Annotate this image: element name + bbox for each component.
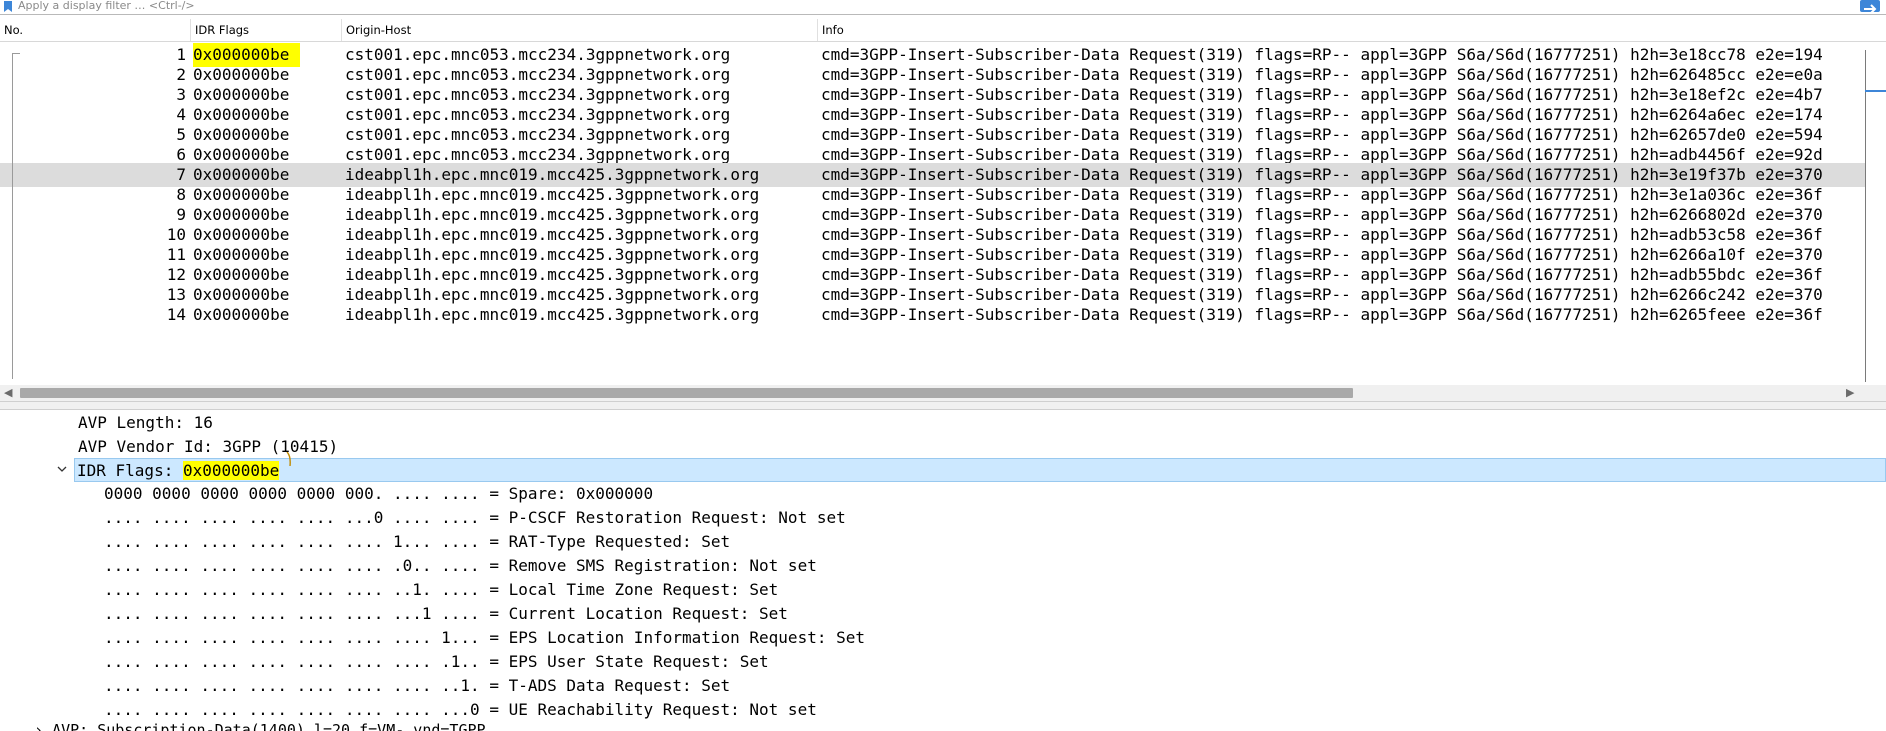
packet-origin-host: ideabpl1h.epc.mnc019.mcc425.3gppnetwork.… (345, 305, 760, 324)
conversation-line-start (12, 53, 20, 54)
conversation-line (12, 53, 13, 379)
idr-flag-bit[interactable]: .... .... .... .... .... .... .... .1.. … (104, 650, 769, 674)
idr-flag-bit[interactable]: .... .... .... .... .... .... 1... .... … (104, 530, 730, 554)
column-header-origin-host[interactable]: Origin-Host (341, 19, 821, 41)
idr-flag-bit[interactable]: .... .... .... .... .... .... .... ..1. … (104, 674, 730, 698)
column-header-info[interactable]: Info (817, 19, 1886, 41)
display-filter-bar: Apply a display filter … <Ctrl-/> (0, 0, 1886, 15)
idr-flag-bit[interactable]: .... .... .... .... .... .... .... 1... … (104, 626, 865, 650)
packet-number: 14 (166, 305, 186, 324)
avp-length-field[interactable]: AVP Length: 16 (78, 411, 213, 435)
expand-arrow-icon[interactable]: › (34, 721, 52, 731)
scroll-left-icon[interactable]: ◀ (4, 387, 12, 399)
idr-flags-label: IDR Flags: (77, 461, 183, 480)
packet-row[interactable]: 14 0x000000be ideabpl1h.epc.mnc019.mcc425.… (0, 303, 1866, 327)
idr-flag-bit[interactable]: .... .... .... .... .... .... ..1. .... … (104, 578, 778, 602)
subscription-data-avp[interactable]: › AVP: Subscription-Data(1400) l=20 f=VM… (34, 718, 486, 731)
packet-idr-flags: 0x000000be (193, 305, 290, 324)
minimap-marker (1865, 90, 1886, 92)
packet-details-pane: AVP Length: 16 AVP Vendor Id: 3GPP (1041… (0, 409, 1886, 731)
idr-flag-bit[interactable]: 0000 0000 0000 0000 0000 000. .... .... … (104, 482, 653, 506)
idr-flags-value: 0x000000be (182, 461, 280, 480)
packet-list: 1 0x000000be cst001.epc.mnc053.mcc234.3gpp… (0, 42, 1886, 382)
subscription-data-label: AVP: Subscription-Data(1400) l=20 f=VM- … (52, 721, 486, 731)
idr-flag-bit[interactable]: .... .... .... .... .... .... ...1 .... … (104, 602, 788, 626)
display-filter-input[interactable]: Apply a display filter … <Ctrl-/> (18, 0, 1848, 13)
packet-list-header: No. IDR Flags Origin-Host Info (0, 19, 1886, 42)
collapse-chevron-icon[interactable] (56, 458, 68, 482)
column-header-idr-flags[interactable]: IDR Flags (190, 19, 345, 41)
idr-flag-bit[interactable]: .... .... .... .... .... ...0 .... .... … (104, 506, 846, 530)
minimap-edge (1865, 50, 1866, 382)
packet-list-hscrollbar[interactable]: ◀ ▶ (0, 385, 1886, 401)
scroll-right-icon[interactable]: ▶ (1846, 387, 1854, 399)
avp-vendor-field[interactable]: AVP Vendor Id: 3GPP (10415) (78, 435, 338, 459)
bookmark-icon[interactable] (3, 1, 13, 12)
mouse-cursor-icon (286, 452, 291, 466)
packet-info: cmd=3GPP-Insert-Subscriber-Data Request(… (821, 305, 1823, 324)
column-header-no[interactable]: No. (0, 19, 189, 41)
idr-flags-field[interactable]: IDR Flags: 0x000000be (74, 458, 1886, 482)
idr-flag-bit[interactable]: .... .... .... .... .... .... .0.. .... … (104, 554, 817, 578)
apply-filter-arrow-icon[interactable] (1860, 0, 1880, 14)
scrollbar-thumb[interactable] (20, 388, 1353, 398)
